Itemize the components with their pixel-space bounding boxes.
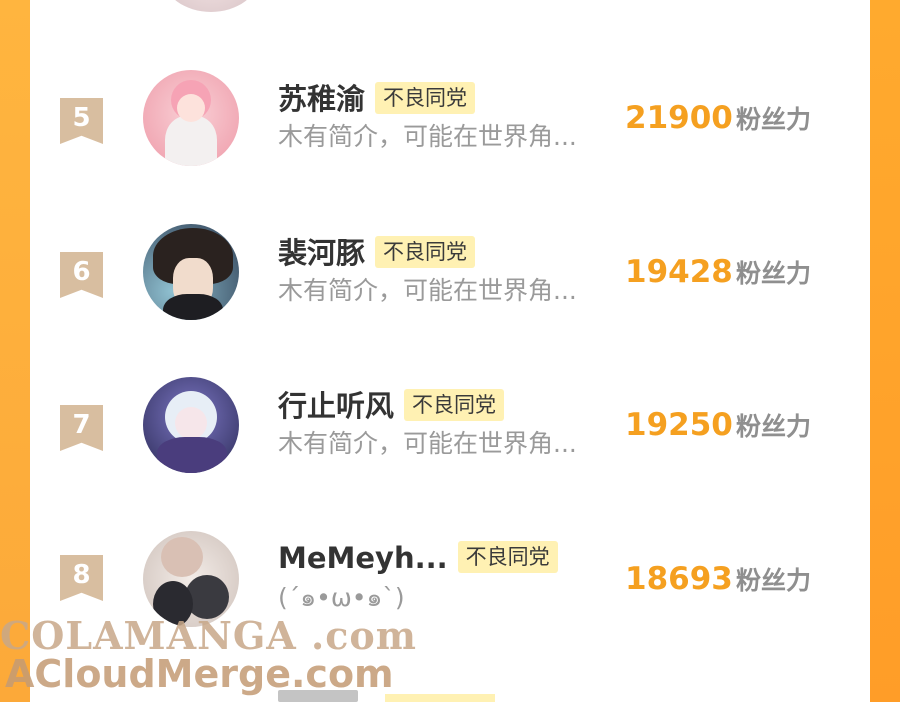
list-item[interactable]: 7 行止听风 不良同党 木有简介，可能在世界角... 19250 粉丝力 xyxy=(30,365,870,485)
fan-score: 19250 xyxy=(625,407,733,443)
avatar[interactable] xyxy=(143,224,239,320)
user-name-text[interactable]: MeMeyh... xyxy=(278,541,448,575)
user-name-text[interactable]: 行止听风 xyxy=(278,389,394,423)
avatar[interactable] xyxy=(143,70,239,166)
user-name[interactable]: 行止听风 不良同党 xyxy=(278,389,505,424)
fan-score: 21900 xyxy=(625,100,733,136)
left-border xyxy=(0,0,30,702)
partial-next-tag xyxy=(385,694,495,702)
right-border xyxy=(870,0,900,702)
ranking-list-panel: 5 苏稚渝 不良同党 木有简介，可能在世界角... 21900 粉丝力 6 裴河豚… xyxy=(30,0,870,702)
user-bio: (´๑•ω•๑`) xyxy=(278,583,405,612)
fan-score: 19428 xyxy=(625,254,733,290)
fan-score-unit: 粉丝力 xyxy=(736,412,812,441)
watermark-acloudmerge: ACloudMerge.com xyxy=(5,652,394,696)
user-name-text[interactable]: 裴河豚 xyxy=(278,236,365,270)
group-tag: 不良同党 xyxy=(404,389,505,421)
list-item[interactable]: 5 苏稚渝 不良同党 木有简介，可能在世界角... 21900 粉丝力 xyxy=(30,58,870,178)
fan-score-unit: 粉丝力 xyxy=(736,566,812,595)
user-name[interactable]: 裴河豚 不良同党 xyxy=(278,236,476,271)
fan-score-unit: 粉丝力 xyxy=(736,105,812,134)
user-name[interactable]: 苏稚渝 不良同党 xyxy=(278,82,476,117)
user-name-text[interactable]: 苏稚渝 xyxy=(278,82,365,116)
list-item[interactable]: 6 裴河豚 不良同党 木有简介，可能在世界角... 19428 粉丝力 xyxy=(30,212,870,332)
avatar[interactable] xyxy=(143,377,239,473)
rank-badge: 5 xyxy=(60,98,103,144)
group-tag: 不良同党 xyxy=(457,541,558,573)
rank-badge: 6 xyxy=(60,252,103,298)
group-tag: 不良同党 xyxy=(375,82,476,114)
user-bio: 木有简介，可能在世界角... xyxy=(278,429,577,458)
group-tag: 不良同党 xyxy=(375,236,476,268)
user-bio: 木有简介，可能在世界角... xyxy=(278,122,577,151)
partial-avatar-previous xyxy=(163,0,259,12)
rank-badge: 7 xyxy=(60,405,103,451)
user-bio: 木有简介，可能在世界角... xyxy=(278,276,577,305)
fan-score: 18693 xyxy=(625,561,733,597)
rank-badge: 8 xyxy=(60,555,103,601)
fan-score-unit: 粉丝力 xyxy=(736,259,812,288)
user-name[interactable]: MeMeyh... 不良同党 xyxy=(278,541,558,576)
